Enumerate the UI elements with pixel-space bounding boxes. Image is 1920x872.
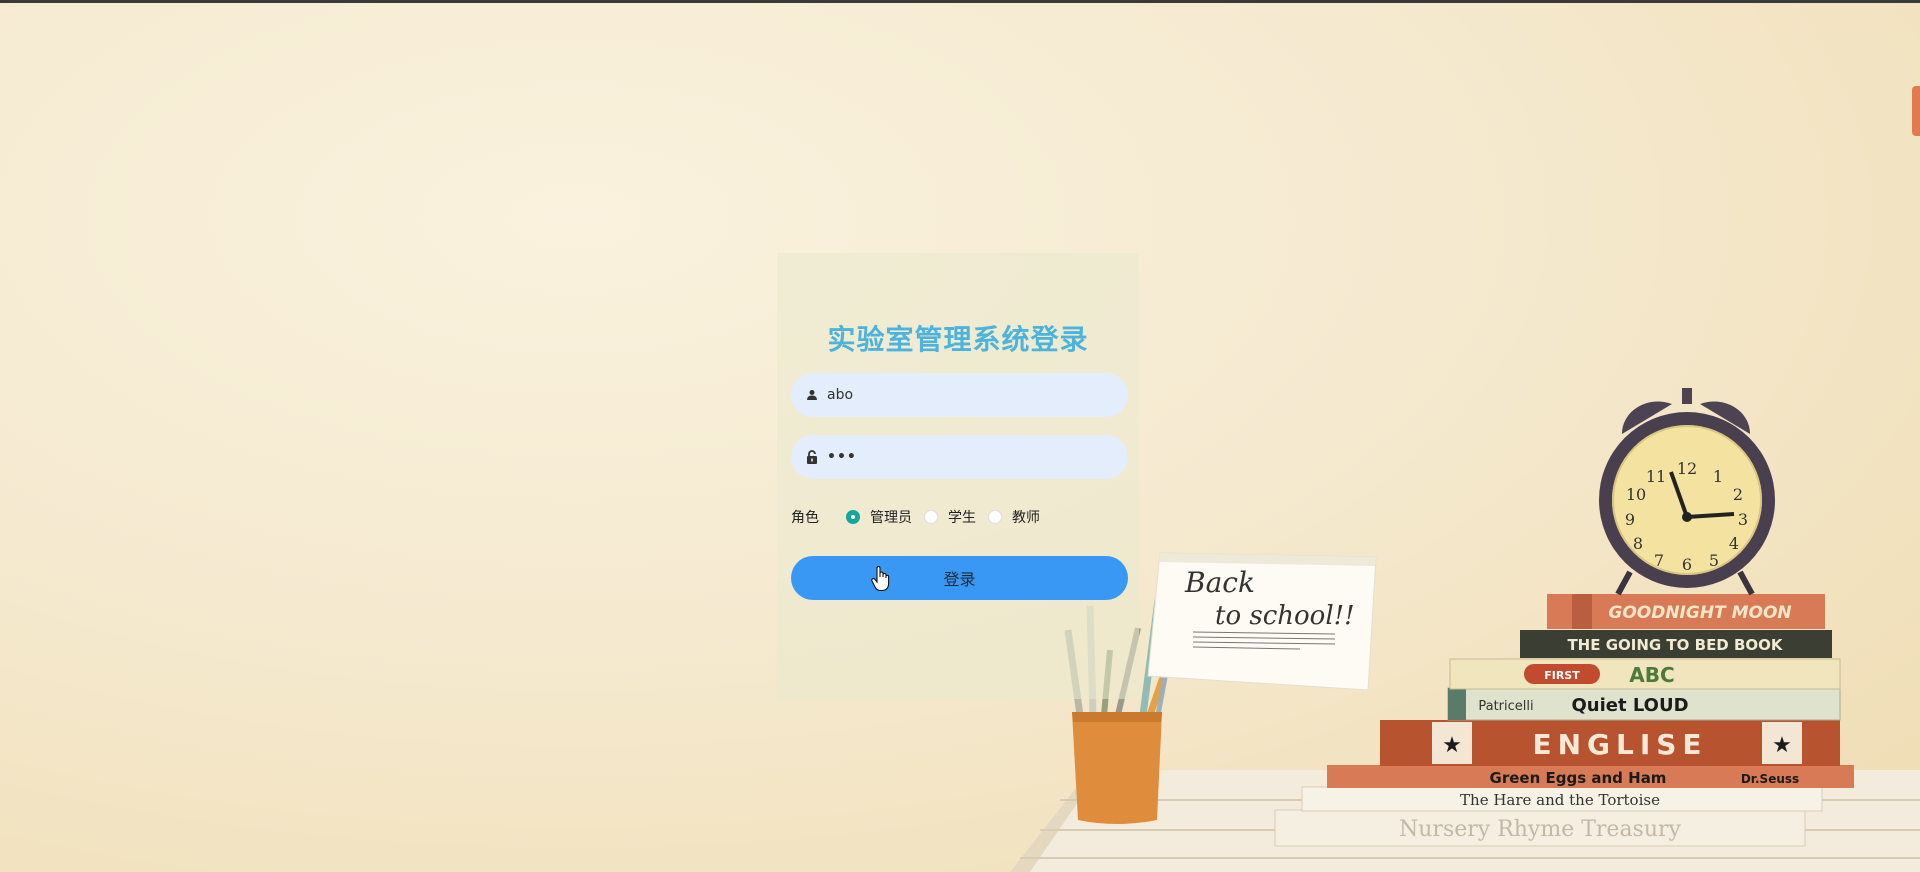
svg-text:Green Eggs and Ham: Green Eggs and Ham <box>1490 769 1667 787</box>
note-paper-illustration: Back to school!! <box>1147 552 1377 691</box>
scrollbar-thumb[interactable] <box>1912 86 1920 136</box>
svg-text:6: 6 <box>1682 555 1692 574</box>
username-field[interactable] <box>791 373 1128 417</box>
svg-text:FIRST: FIRST <box>1544 669 1580 682</box>
role-option-admin[interactable]: 管理员 <box>846 507 912 527</box>
window-top-border <box>0 0 1920 3</box>
role-option-label: 学生 <box>948 510 976 526</box>
svg-text:Patricelli: Patricelli <box>1478 699 1533 714</box>
svg-text:4: 4 <box>1729 534 1739 553</box>
svg-text:The Hare and the Tortoise: The Hare and the Tortoise <box>1460 791 1660 809</box>
password-input[interactable] <box>827 449 1107 465</box>
svg-text:Quiet LOUD: Quiet LOUD <box>1571 695 1688 716</box>
svg-text:11: 11 <box>1646 467 1666 486</box>
radio-student[interactable] <box>924 510 938 524</box>
role-selector: 角色 管理员 学生 教师 <box>791 505 1052 529</box>
role-label: 角色 <box>791 510 819 526</box>
radio-teacher[interactable] <box>988 510 1002 524</box>
username-input[interactable] <box>827 387 1107 403</box>
role-option-student[interactable]: 学生 <box>924 507 976 527</box>
radio-admin[interactable] <box>846 510 860 524</box>
svg-text:ENGLISE: ENGLISE <box>1532 728 1707 761</box>
svg-text:THE GOING TO BED BOOK: THE GOING TO BED BOOK <box>1567 636 1783 654</box>
book-stack-illustration: Nursery Rhyme Treasury The Hare and the … <box>1274 594 1854 847</box>
password-field[interactable] <box>791 435 1128 479</box>
svg-text:10: 10 <box>1626 485 1646 504</box>
svg-text:7: 7 <box>1654 551 1664 570</box>
svg-text:3: 3 <box>1738 510 1748 529</box>
svg-text:9: 9 <box>1625 510 1635 529</box>
login-panel: 实验室管理系统登录 角色 管理员 学生 <box>777 253 1139 699</box>
svg-text:1: 1 <box>1713 467 1723 486</box>
svg-text:★: ★ <box>1442 733 1462 758</box>
svg-text:5: 5 <box>1709 551 1719 570</box>
svg-text:Nursery Rhyme Treasury: Nursery Rhyme Treasury <box>1399 817 1682 842</box>
login-title: 实验室管理系统登录 <box>827 323 1089 356</box>
svg-text:Dr.Seuss: Dr.Seuss <box>1741 772 1799 786</box>
svg-text:to school!!: to school!! <box>1215 601 1355 631</box>
svg-text:2: 2 <box>1733 485 1743 504</box>
svg-text:8: 8 <box>1633 534 1643 553</box>
svg-text:GOODNIGHT MOON: GOODNIGHT MOON <box>1608 603 1791 623</box>
user-icon <box>801 384 823 406</box>
lock-icon <box>801 446 823 468</box>
svg-text:12: 12 <box>1677 459 1697 478</box>
svg-text:Back: Back <box>1184 566 1255 599</box>
login-button[interactable]: 登录 <box>791 556 1128 600</box>
table-illustration <box>1010 770 1920 872</box>
role-option-teacher[interactable]: 教师 <box>988 507 1040 527</box>
svg-text:★: ★ <box>1772 733 1792 758</box>
role-option-label: 教师 <box>1012 510 1040 526</box>
svg-text:ABC: ABC <box>1629 663 1674 687</box>
role-option-label: 管理员 <box>870 510 912 526</box>
alarm-clock-illustration: 12 1 2 3 4 5 6 7 8 9 10 11 <box>1599 388 1775 596</box>
